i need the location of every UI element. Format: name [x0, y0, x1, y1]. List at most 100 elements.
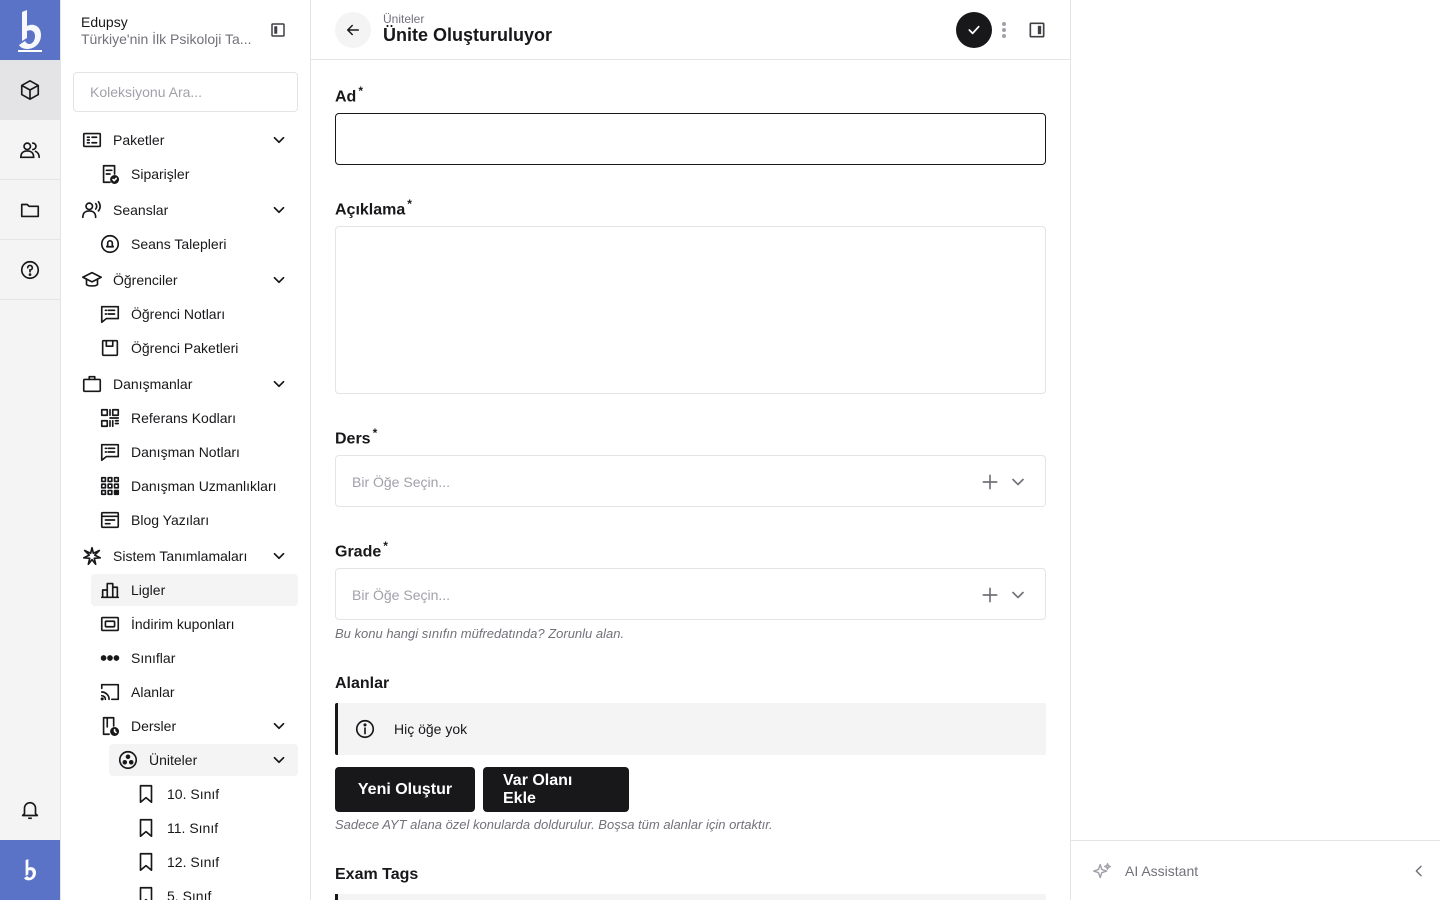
leaderboard-icon [99, 579, 121, 601]
fields-hint: Sadece AYT alana özel konularda doldurul… [335, 817, 773, 832]
save-button[interactable] [956, 12, 992, 48]
voice-user-icon [81, 199, 103, 221]
rail-files[interactable] [0, 180, 60, 240]
sidebar-item-15[interactable]: İndirim kuponları [99, 608, 298, 640]
qr-code-icon [99, 407, 121, 429]
sparkles-icon [1093, 863, 1111, 879]
chevron-down-icon[interactable] [270, 131, 288, 149]
sidebar-item-21[interactable]: 11. Sınıf [135, 812, 298, 844]
rail-help[interactable] [0, 240, 60, 300]
grid-dots-icon [99, 475, 121, 497]
bookmark-icon [135, 783, 157, 805]
collapse-sidebar-icon[interactable] [269, 21, 287, 39]
plus-icon[interactable] [980, 585, 1000, 605]
bookmark-icon [135, 851, 157, 873]
chevron-down-icon[interactable] [1008, 472, 1028, 492]
chevron-down-icon[interactable] [270, 717, 288, 735]
add-existing-button[interactable]: Var Olanı Ekle [483, 767, 629, 812]
graduation-cap-icon [81, 269, 103, 291]
required-mark: * [358, 84, 363, 98]
sidebar-item-label: Sistem Tanımlamaları [113, 548, 248, 564]
sidebar-item-6[interactable]: Öğrenci Notları [99, 298, 298, 330]
article-icon [99, 509, 121, 531]
exam-tags-label: Exam Tags [335, 866, 419, 883]
sidebar-item-18[interactable]: Dersler [99, 710, 298, 742]
sidebar-item-1[interactable]: Paketler [81, 124, 298, 156]
name-input[interactable] [335, 113, 1046, 165]
sidebar-item-19[interactable]: Üniteler [109, 744, 298, 776]
sidebar-item-5[interactable]: Öğrenciler [81, 264, 298, 296]
sidebar-item-13[interactable]: Sistem Tanımlamaları [81, 540, 298, 572]
sidebar-item-12[interactable]: Blog Yazıları [99, 504, 298, 536]
name-label: Ad * [335, 84, 363, 106]
collection-search-input[interactable] [73, 72, 298, 112]
book-clock-icon [99, 715, 121, 737]
sidebar-item-11[interactable]: Danışman Uzmanlıkları [99, 470, 298, 502]
chevron-down-icon[interactable] [270, 751, 288, 769]
project-info[interactable]: Edupsy Türkiye'nin İlk Psikoloji Ta... [81, 14, 271, 47]
sidebar-item-label: İndirim kuponları [131, 616, 235, 632]
save-box-icon [99, 337, 121, 359]
ai-assistant-bar[interactable]: AI Assistant [1071, 840, 1440, 900]
briefcase-icon [81, 373, 103, 395]
back-button[interactable] [335, 12, 371, 48]
sidebar-item-8[interactable]: Danışmanlar [81, 368, 298, 400]
sidebar-item-20[interactable]: 10. Sınıf [135, 778, 298, 810]
sidebar-item-17[interactable]: Alanlar [99, 676, 298, 708]
course-select-placeholder: Bir Öğe Seçin... [352, 474, 451, 490]
dollar-list-icon [81, 129, 103, 151]
fields-empty-text: Hiç öğe yok [394, 721, 468, 737]
chevron-down-icon[interactable] [270, 201, 288, 219]
description-textarea[interactable] [335, 226, 1046, 394]
sparkle-burst-icon [81, 545, 103, 567]
folder-icon [20, 203, 40, 217]
create-new-button[interactable]: Yeni Oluştur [335, 767, 475, 812]
sidebar-item-label: 10. Sınıf [167, 786, 220, 802]
sidebar-item-3[interactable]: Seanslar [81, 194, 298, 226]
sidebar-item-10[interactable]: Danışman Notları [99, 436, 298, 468]
cast-icon [99, 681, 121, 703]
sidebar-item-23[interactable]: 5. Sınıf [135, 880, 298, 900]
user-avatar[interactable] [0, 840, 60, 900]
app-logo[interactable] [0, 0, 60, 60]
rail-users[interactable] [0, 120, 60, 180]
more-vertical-icon [1002, 22, 1006, 38]
sidebar-item-label: Siparişler [131, 166, 190, 182]
chevron-down-icon[interactable] [1008, 585, 1028, 605]
grade-select[interactable]: Bir Öğe Seçin... [335, 568, 1046, 620]
sidebar-item-9[interactable]: Referans Kodları [99, 402, 298, 434]
form-panel: Üniteler Ünite Oluşturuluyor Ad * Açıklam… [311, 0, 1071, 900]
rail-content[interactable] [0, 60, 60, 120]
grade-select-placeholder: Bir Öğe Seçin... [352, 587, 451, 603]
sidebar-item-16[interactable]: Sınıflar [99, 642, 298, 674]
sidebar-item-label: Üniteler [149, 752, 198, 768]
collections-sidebar: Edupsy Türkiye'nin İlk Psikoloji Ta... P… [61, 0, 311, 900]
form-header: Üniteler Ünite Oluşturuluyor [311, 0, 1070, 60]
sidebar-item-22[interactable]: 12. Sınıf [135, 846, 298, 878]
rail-notifications[interactable] [0, 780, 60, 840]
sidebar-item-label: Seanslar [113, 202, 169, 218]
chevron-down-icon[interactable] [270, 375, 288, 393]
sidebar-item-label: Paketler [113, 132, 165, 148]
bookmark-icon [135, 817, 157, 839]
plus-icon[interactable] [980, 472, 1000, 492]
more-options-button[interactable] [995, 20, 1013, 40]
course-select[interactable]: Bir Öğe Seçin... [335, 455, 1046, 507]
notes-list-icon [99, 303, 121, 325]
chevron-down-icon[interactable] [270, 271, 288, 289]
chevron-left-icon[interactable] [1411, 863, 1427, 879]
toggle-sidebar-icon[interactable] [1027, 20, 1047, 40]
sidebar-item-7[interactable]: Öğrenci Paketleri [99, 332, 298, 364]
info-icon [355, 719, 375, 739]
sidebar-item-14[interactable]: Ligler [91, 574, 298, 606]
sidebar-item-label: Öğrenciler [113, 272, 178, 288]
breadcrumb[interactable]: Üniteler [383, 12, 424, 26]
cube-icon [20, 79, 40, 100]
project-subtitle: Türkiye'nin İlk Psikoloji Ta... [81, 31, 252, 47]
coupon-icon [99, 613, 121, 635]
logo-icon [18, 10, 42, 52]
chevron-down-icon[interactable] [270, 547, 288, 565]
sidebar-item-2[interactable]: Siparişler [99, 158, 298, 190]
description-label: Açıklama * [335, 197, 412, 219]
sidebar-item-4[interactable]: Seans Talepleri [99, 228, 298, 260]
